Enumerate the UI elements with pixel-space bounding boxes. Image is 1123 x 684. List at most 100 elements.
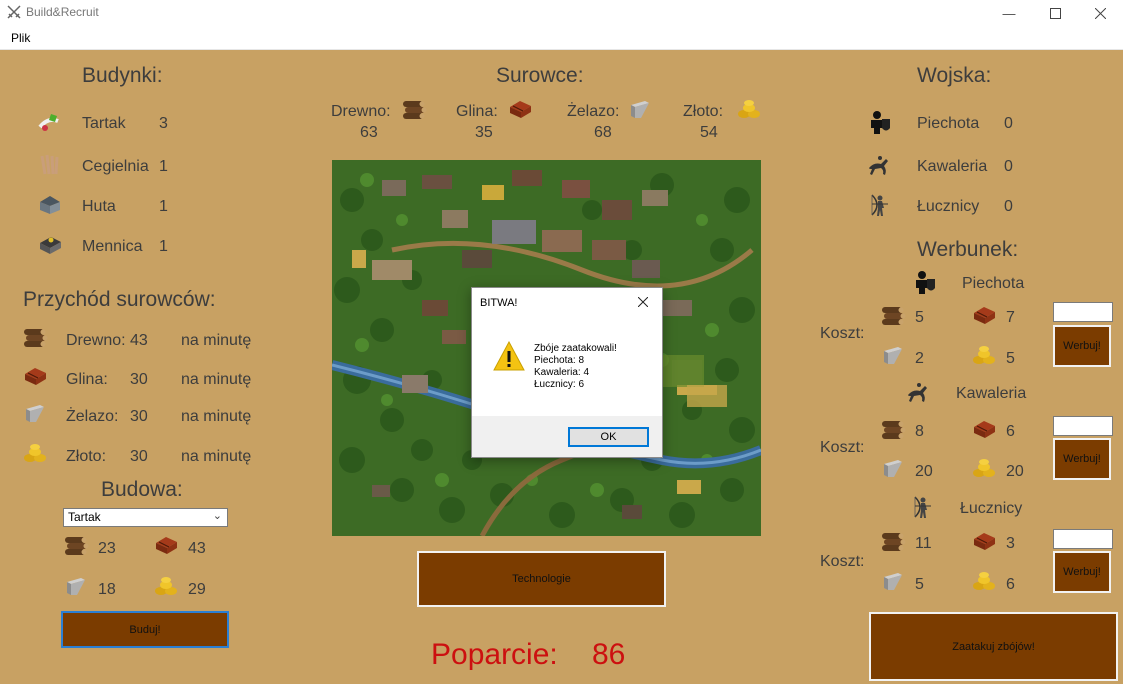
wood-icon [22, 325, 48, 349]
menu-file[interactable]: Plik [11, 31, 30, 45]
recruit-cost-iron: 20 [915, 463, 933, 480]
mint-icon [40, 237, 61, 254]
close-button[interactable] [1077, 0, 1123, 26]
dialog-ok-button[interactable]: OK [568, 427, 649, 447]
recruit-archers-button[interactable]: Werbuj! [1053, 551, 1111, 593]
iron-icon [880, 456, 906, 480]
iron-icon [63, 574, 89, 598]
archers-quantity-input[interactable] [1053, 529, 1113, 549]
wood-icon [880, 303, 906, 327]
iron-icon [627, 97, 653, 121]
chevron-down-icon: ⌄ [212, 510, 222, 522]
recruit-button-label: Werbuj! [1063, 453, 1101, 465]
build-button[interactable]: Buduj! [61, 611, 229, 648]
recruit-infantry-button[interactable]: Werbuj! [1053, 325, 1111, 367]
recruit-unit-name: Kawaleria [956, 385, 1027, 402]
resource-value: 35 [475, 124, 493, 141]
recruit-unit-name: Piechota [962, 275, 1025, 292]
income-value: 30 [130, 408, 148, 425]
army-unit-count: 0 [1004, 198, 1013, 215]
gold-icon [736, 97, 762, 121]
building-name: Cegielnia [82, 158, 149, 175]
army-heading: Wojska: [917, 64, 992, 87]
income-value: 30 [130, 448, 148, 465]
technology-button-label: Technologie [512, 573, 571, 585]
warning-icon [493, 341, 525, 371]
income-unit: na minutę [181, 371, 252, 388]
resource-label: Glina: [456, 103, 498, 120]
minimize-button[interactable]: — [986, 0, 1032, 26]
army-unit-name: Piechota [917, 115, 980, 132]
gold-icon [971, 456, 997, 480]
wood-icon [63, 533, 89, 557]
maximize-button[interactable] [1032, 0, 1078, 26]
building-name: Huta [82, 198, 116, 215]
income-value: 30 [130, 371, 148, 388]
attack-bandits-button[interactable]: Zaatakuj zbójów! [869, 612, 1118, 681]
building-count: 3 [159, 115, 168, 132]
resource-value: 68 [594, 124, 612, 141]
window-title: Build&Recruit [26, 5, 99, 19]
recruit-button-label: Werbuj! [1063, 566, 1101, 578]
building-name: Tartak [82, 115, 126, 132]
resource-value: 54 [700, 124, 718, 141]
menu-bar: Plik [0, 26, 1123, 50]
income-label: Złoto: [66, 448, 107, 465]
dialog-message-line: Zbóje zaatakowali! [534, 343, 617, 354]
dialog-message-line: Łucznicy: 6 [534, 379, 585, 390]
support-label: Poparcie: [431, 638, 558, 671]
build-cost-gold: 29 [188, 581, 206, 598]
recruit-cost-iron: 2 [915, 350, 924, 367]
resources-heading: Surowce: [496, 64, 584, 87]
gold-icon [153, 574, 179, 598]
income-unit: na minutę [181, 408, 252, 425]
clay-icon [971, 529, 997, 553]
recruit-cost-gold: 5 [1006, 350, 1015, 367]
archer-icon [909, 494, 935, 520]
recruit-button-label: Werbuj! [1063, 340, 1101, 352]
crossed-swords-icon [7, 5, 21, 19]
income-unit: na minutę [181, 448, 252, 465]
infantry-quantity-input[interactable] [1053, 302, 1113, 322]
dialog-ok-label: OK [600, 431, 617, 443]
technology-button[interactable]: Technologie [417, 551, 666, 607]
recruit-heading: Werbunek: [917, 238, 1019, 261]
dialog-footer: OK [472, 416, 662, 457]
building-count: 1 [159, 158, 168, 175]
army-unit-name: Kawaleria [917, 158, 988, 175]
income-heading: Przychód surowców: [23, 288, 216, 311]
gold-icon [971, 569, 997, 593]
brickyard-icon [40, 154, 59, 175]
wood-icon [880, 529, 906, 553]
title-bar: Build&Recruit — [0, 0, 1123, 26]
build-button-label: Buduj! [129, 623, 161, 636]
recruit-cavalry-button[interactable]: Werbuj! [1053, 438, 1111, 480]
build-cost-wood: 23 [98, 540, 116, 557]
resource-label: Żelazo: [567, 103, 620, 120]
infantry-icon [911, 269, 937, 295]
gold-icon [22, 441, 48, 465]
dialog-close-button[interactable] [637, 291, 649, 312]
maximize-icon [1049, 7, 1061, 19]
cavalry-quantity-input[interactable] [1053, 416, 1113, 436]
recruit-cost-clay: 7 [1006, 309, 1015, 326]
recruit-cost-label: Koszt: [820, 553, 865, 570]
recruit-cost-wood: 5 [915, 309, 924, 326]
recruit-cost-clay: 3 [1006, 535, 1015, 552]
clay-icon [507, 97, 533, 121]
infantry-icon [866, 109, 892, 135]
sawmill-icon [38, 114, 59, 131]
wood-icon [401, 97, 427, 121]
cavalry-icon [905, 379, 931, 405]
minimize-icon: — [1002, 5, 1016, 21]
building-select[interactable]: Tartak ⌄ [63, 508, 228, 527]
recruit-cost-label: Koszt: [820, 439, 865, 456]
support-value: 86 [592, 638, 626, 671]
income-value: 43 [130, 332, 148, 349]
army-unit-count: 0 [1004, 158, 1013, 175]
recruit-cost-wood: 8 [915, 423, 924, 440]
smelter-icon [40, 196, 60, 214]
recruit-cost-clay: 6 [1006, 423, 1015, 440]
iron-icon [880, 569, 906, 593]
battle-dialog: BITWA! Zbóje zaatakowali! Piechota: 8 Ka… [471, 287, 663, 458]
